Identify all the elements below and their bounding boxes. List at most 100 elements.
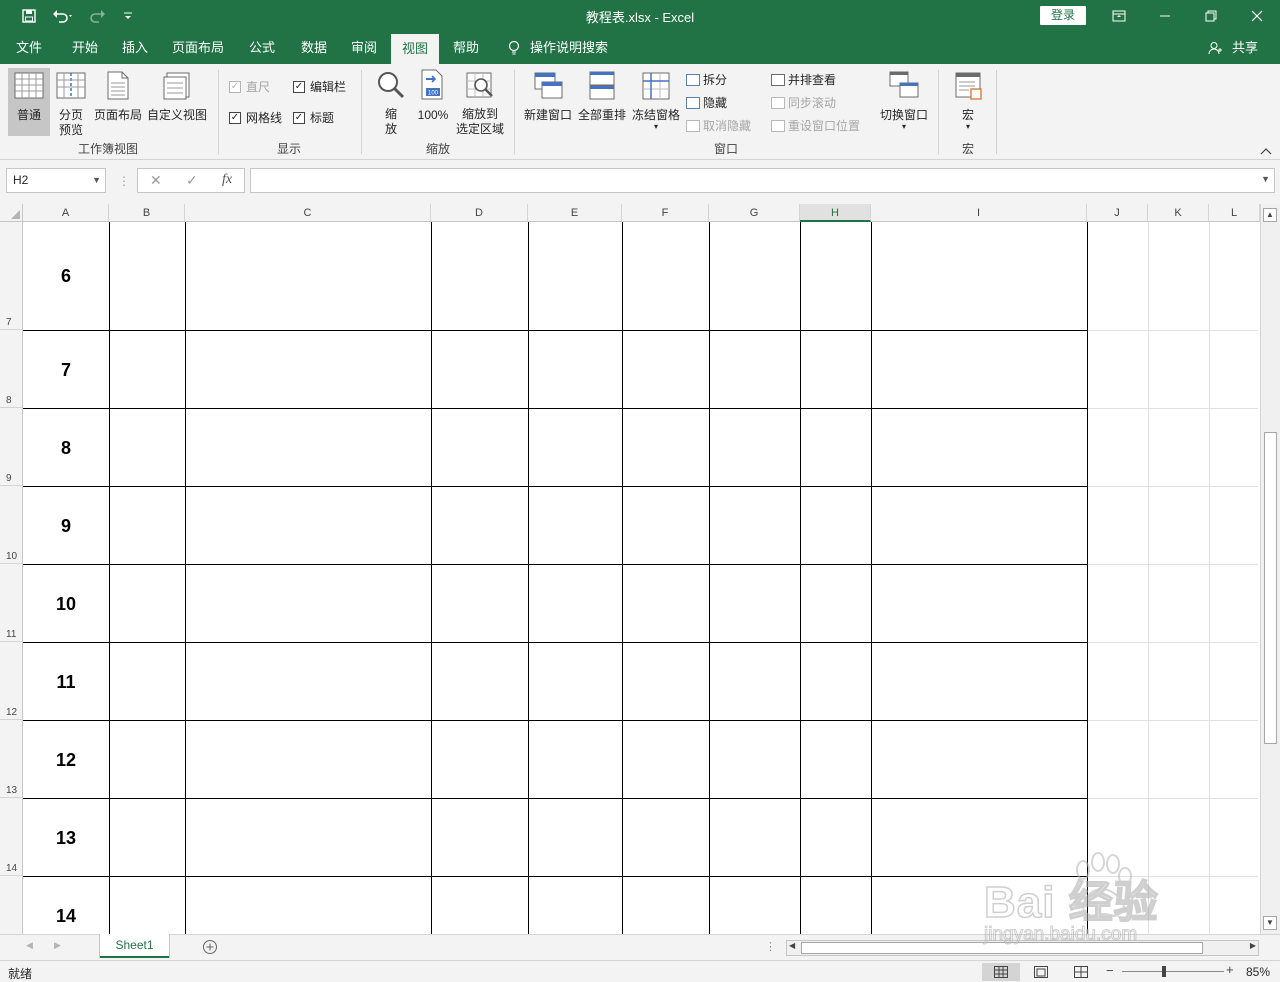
redo-icon[interactable] bbox=[84, 0, 114, 32]
row-header-13[interactable]: 13 bbox=[0, 720, 23, 798]
row-header-12[interactable]: 12 bbox=[0, 642, 23, 720]
cancel-icon[interactable]: ✕ bbox=[150, 172, 162, 189]
login-button[interactable]: 登录 bbox=[1040, 6, 1086, 25]
zoom-slider-track[interactable] bbox=[1122, 971, 1224, 972]
add-sheet-icon[interactable] bbox=[202, 939, 218, 958]
tab-data[interactable]: 数据 bbox=[292, 32, 336, 64]
switch-windows-button[interactable]: 切换窗口 ▾ bbox=[876, 68, 932, 136]
arrange-all-button[interactable]: 全部重排 bbox=[576, 68, 628, 136]
scroll-right-icon[interactable]: ▶ bbox=[1250, 941, 1256, 950]
column-header-e[interactable]: E bbox=[528, 204, 622, 222]
row-header-15[interactable] bbox=[0, 876, 23, 934]
headings-checkbox[interactable]: ✓ 标题 bbox=[293, 109, 334, 126]
restore-icon[interactable] bbox=[1188, 0, 1234, 32]
insert-function-icon[interactable]: fx bbox=[222, 172, 232, 188]
row-header-8[interactable]: 8 bbox=[0, 330, 23, 408]
minimize-icon[interactable] bbox=[1142, 0, 1188, 32]
page-layout-view-button[interactable]: 页面布局 bbox=[92, 68, 144, 136]
formula-input[interactable]: ▼ bbox=[250, 168, 1275, 193]
page-break-preview-button[interactable]: 分页 预览 bbox=[52, 68, 90, 137]
prev-sheet-icon[interactable]: ◀ bbox=[26, 940, 33, 951]
name-box-dropdown-icon[interactable]: ▼ bbox=[92, 169, 101, 192]
zoom-to-selection-button[interactable]: 缩放到 选定区域 bbox=[454, 68, 506, 138]
enter-icon[interactable]: ✓ bbox=[186, 172, 198, 189]
column-header-a[interactable]: A bbox=[23, 204, 109, 222]
normal-view-button[interactable]: 普通 bbox=[8, 68, 50, 136]
column-header-d[interactable]: D bbox=[431, 204, 528, 222]
normal-view-status-button[interactable] bbox=[982, 963, 1020, 981]
tab-review[interactable]: 审阅 bbox=[342, 32, 386, 64]
save-icon[interactable] bbox=[18, 0, 40, 32]
cell-a9[interactable]: 8 bbox=[23, 438, 109, 459]
horizontal-scroll-thumb[interactable] bbox=[801, 942, 1203, 954]
undo-icon[interactable] bbox=[48, 0, 78, 32]
customize-toolbar-icon[interactable] bbox=[120, 0, 136, 32]
zoom-in-icon[interactable]: + bbox=[1226, 962, 1234, 977]
cell-a8[interactable]: 7 bbox=[23, 360, 109, 381]
sheet-tab-sheet1[interactable]: Sheet1 bbox=[100, 934, 169, 958]
cell-a11[interactable]: 10 bbox=[23, 594, 109, 615]
zoom-out-icon[interactable]: − bbox=[1106, 963, 1114, 978]
ruler-checkbox[interactable]: ✓ 直尺 bbox=[229, 78, 270, 95]
cell-a15[interactable]: 14 bbox=[23, 906, 109, 927]
column-header-c[interactable]: C bbox=[185, 204, 431, 222]
custom-views-button[interactable]: 自定义视图 bbox=[146, 68, 208, 136]
column-header-i[interactable]: I bbox=[871, 204, 1087, 222]
close-icon[interactable] bbox=[1234, 0, 1280, 32]
share-button[interactable]: 共享 bbox=[1228, 32, 1262, 64]
column-header-f[interactable]: F bbox=[622, 204, 709, 222]
scroll-up-icon[interactable]: ▲ bbox=[1263, 208, 1277, 222]
scroll-down-icon[interactable]: ▼ bbox=[1263, 916, 1277, 930]
scroll-left-icon[interactable]: ◀ bbox=[789, 941, 795, 950]
tab-view[interactable]: 视图 bbox=[391, 34, 439, 64]
lightbulb-icon[interactable] bbox=[504, 32, 524, 64]
tab-formulas[interactable]: 公式 bbox=[240, 32, 284, 64]
column-header-k[interactable]: K bbox=[1148, 204, 1209, 222]
split-button[interactable]: 拆分 bbox=[686, 71, 727, 88]
row-header-10[interactable]: 10 bbox=[0, 486, 23, 564]
macros-button[interactable]: 宏 ▾ bbox=[948, 68, 988, 136]
cell-grid[interactable] bbox=[23, 222, 1260, 934]
column-header-j[interactable]: J bbox=[1087, 204, 1148, 222]
name-box[interactable]: H2 ▼ bbox=[6, 168, 106, 193]
formula-bar-resize-icon[interactable]: ⋮ bbox=[118, 174, 130, 188]
expand-formula-bar-icon[interactable]: ▼ bbox=[1261, 174, 1270, 184]
synchronous-scrolling-button[interactable]: 同步滚动 bbox=[771, 94, 836, 111]
view-side-by-side-button[interactable]: 并排查看 bbox=[771, 71, 836, 88]
ribbon-display-options-icon[interactable] bbox=[1096, 0, 1142, 32]
gridlines-checkbox[interactable]: ✓ 网格线 bbox=[229, 109, 282, 126]
cell-a13[interactable]: 12 bbox=[23, 750, 109, 771]
cell-a14[interactable]: 13 bbox=[23, 828, 109, 849]
share-user-icon[interactable] bbox=[1208, 32, 1222, 64]
row-header-14[interactable]: 14 bbox=[0, 798, 23, 876]
tab-splitter-icon[interactable]: ⋮ bbox=[765, 940, 776, 953]
zoom-100-button[interactable]: 100 100% bbox=[414, 68, 452, 138]
zoom-button[interactable]: 缩 放 bbox=[372, 68, 410, 138]
page-break-status-button[interactable] bbox=[1062, 963, 1100, 981]
horizontal-scrollbar[interactable]: ◀ ▶ bbox=[786, 940, 1259, 956]
reset-window-position-button[interactable]: 重设窗口位置 bbox=[771, 117, 860, 134]
select-all-corner[interactable] bbox=[0, 204, 23, 222]
hide-window-button[interactable]: 隐藏 bbox=[686, 94, 727, 111]
tab-insert[interactable]: 插入 bbox=[112, 32, 158, 64]
tab-page-layout[interactable]: 页面布局 bbox=[166, 32, 230, 64]
freeze-panes-button[interactable]: 冻结窗格 ▾ bbox=[630, 68, 682, 136]
cell-a12[interactable]: 11 bbox=[23, 672, 109, 693]
row-header-9[interactable]: 9 bbox=[0, 408, 23, 486]
column-header-h[interactable]: H bbox=[800, 204, 871, 222]
column-header-b[interactable]: B bbox=[109, 204, 185, 222]
unhide-window-button[interactable]: 取消隐藏 bbox=[686, 117, 751, 134]
tab-file[interactable]: 文件 bbox=[6, 32, 52, 64]
new-window-button[interactable]: 新建窗口 bbox=[522, 68, 574, 136]
tell-me-search[interactable]: 操作说明搜索 bbox=[530, 32, 610, 64]
row-header-7[interactable]: 7 bbox=[0, 222, 23, 330]
next-sheet-icon[interactable]: ▶ bbox=[54, 940, 61, 951]
row-header-11[interactable]: 11 bbox=[0, 564, 23, 642]
cell-a10[interactable]: 9 bbox=[23, 516, 109, 537]
formula-bar-checkbox[interactable]: ✓ 编辑栏 bbox=[293, 78, 346, 95]
vertical-scrollbar[interactable]: ▲ ▼ bbox=[1260, 204, 1280, 934]
column-header-g[interactable]: G bbox=[709, 204, 800, 222]
zoom-slider-thumb[interactable] bbox=[1162, 966, 1166, 977]
cell-a7[interactable]: 6 bbox=[23, 266, 109, 287]
page-layout-status-button[interactable] bbox=[1022, 963, 1060, 981]
